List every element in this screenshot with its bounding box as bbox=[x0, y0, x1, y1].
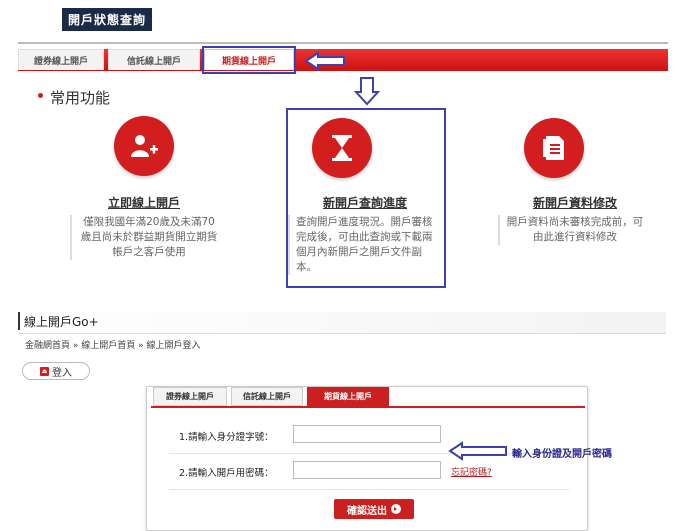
feature-query-progress-desc: 查詢開戶進度現況。開戶審核完成後，可由此查詢或下載兩個月內新開戶之開戶文件副本。 bbox=[288, 215, 436, 275]
feature-open-account-link[interactable]: 立即線上開戶 bbox=[69, 194, 219, 211]
section-bullet bbox=[38, 93, 43, 98]
header-divider bbox=[18, 42, 668, 44]
tab-securities[interactable]: 證券線上開戶 bbox=[18, 49, 104, 70]
arrow-right-circle-icon bbox=[391, 504, 401, 514]
page-title: 開戶狀態查詢 bbox=[62, 8, 153, 31]
forgot-password-link[interactable]: 忘記密碼? bbox=[451, 465, 492, 478]
form-row-divider bbox=[169, 489, 569, 490]
tab-label: 信託線上開戶 bbox=[126, 56, 181, 67]
open-account-circle[interactable] bbox=[114, 116, 174, 176]
down-arrow-icon bbox=[354, 77, 380, 106]
add-user-icon bbox=[131, 135, 158, 157]
section-title: 常用功能 bbox=[50, 89, 111, 107]
modify-data-circle[interactable] bbox=[524, 118, 584, 178]
password-input[interactable] bbox=[293, 461, 441, 479]
feature-modify-data-desc: 開戶資料尚未審核完成前，可由此進行資料修改 bbox=[498, 215, 644, 245]
breadcrumb[interactable]: 金融網首頁 » 線上開戶首頁 » 線上開戶登入 bbox=[25, 338, 200, 351]
form-tab-futures[interactable]: 期貨線上開戶 bbox=[307, 387, 389, 406]
go-section-marker bbox=[18, 312, 20, 330]
submit-button[interactable]: 確認送出 bbox=[334, 499, 414, 519]
hourglass-icon bbox=[332, 135, 352, 161]
tab-trust[interactable]: 信託線上開戶 bbox=[108, 49, 200, 70]
login-icon: ⏏ bbox=[40, 366, 49, 376]
form-tab-underline bbox=[151, 406, 585, 408]
login-button[interactable]: ⏏ 登入 bbox=[22, 362, 90, 380]
left-arrow-icon bbox=[448, 441, 507, 461]
left-arrow-icon bbox=[304, 51, 345, 71]
tab-label: 證券線上開戶 bbox=[33, 56, 88, 67]
login-button-label: 登入 bbox=[52, 367, 72, 379]
query-progress-circle[interactable] bbox=[312, 118, 372, 178]
password-label: 2.請輸入開戶用密碼： bbox=[179, 468, 274, 479]
id-label: 1.請輸入身分證字號： bbox=[179, 432, 274, 443]
annotation-text: 輸入身份證及開戶密碼 bbox=[512, 449, 612, 460]
feature-query-progress-link[interactable]: 新開戶查詢進度 bbox=[290, 194, 440, 211]
document-icon bbox=[543, 136, 564, 160]
form-tab-securities[interactable]: 證券線上開戶 bbox=[153, 387, 227, 406]
feature-modify-data-link[interactable]: 新開戶資料修改 bbox=[500, 194, 650, 211]
form-row-divider bbox=[169, 453, 569, 454]
tab-label: 證券線上開戶 bbox=[166, 392, 214, 401]
submit-button-label: 確認送出 bbox=[347, 505, 387, 517]
futures-tab-highlight bbox=[202, 46, 296, 74]
tab-label: 期貨線上開戶 bbox=[324, 392, 372, 401]
go-section-bar bbox=[18, 312, 666, 334]
form-tab-trust[interactable]: 信託線上開戶 bbox=[231, 387, 303, 406]
tab-label: 信託線上開戶 bbox=[243, 392, 291, 401]
id-number-input[interactable] bbox=[293, 425, 441, 443]
go-section-title: 線上開戶Go+ bbox=[24, 315, 99, 329]
feature-open-account-desc: 僅限我國年滿20歲及未滿70歲且尚未於群益期貨開立期貨帳戶之客戶使用 bbox=[70, 215, 220, 260]
